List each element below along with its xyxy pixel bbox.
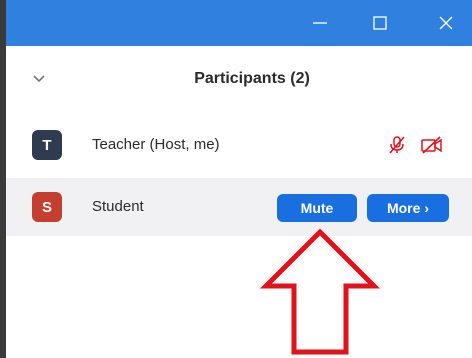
maximize-button[interactable]: [356, 0, 404, 46]
more-button-label: More: [386, 200, 421, 216]
more-button[interactable]: More ›: [367, 194, 449, 222]
video-off-icon: [420, 135, 444, 160]
close-icon: [439, 16, 453, 30]
title-bar: [6, 0, 472, 46]
avatar: S: [32, 192, 62, 222]
annotation-arrow: [259, 228, 381, 355]
participant-row[interactable]: S Student Mute More ›: [6, 178, 472, 236]
participant-row[interactable]: T Teacher (Host, me): [6, 116, 472, 174]
participant-name: Student: [92, 198, 144, 215]
panel-title: Participants (2): [194, 70, 310, 87]
minimize-button[interactable]: [296, 0, 344, 46]
mic-muted-icon: [387, 135, 407, 160]
participant-name: Teacher (Host, me): [92, 136, 220, 153]
avatar: T: [32, 130, 62, 160]
close-button[interactable]: [422, 0, 470, 46]
minimize-icon: [313, 22, 327, 24]
mute-button[interactable]: Mute: [277, 194, 357, 222]
chevron-right-icon: ›: [424, 200, 430, 216]
participants-header: Participants (2): [6, 46, 472, 112]
maximize-icon: [373, 16, 387, 30]
